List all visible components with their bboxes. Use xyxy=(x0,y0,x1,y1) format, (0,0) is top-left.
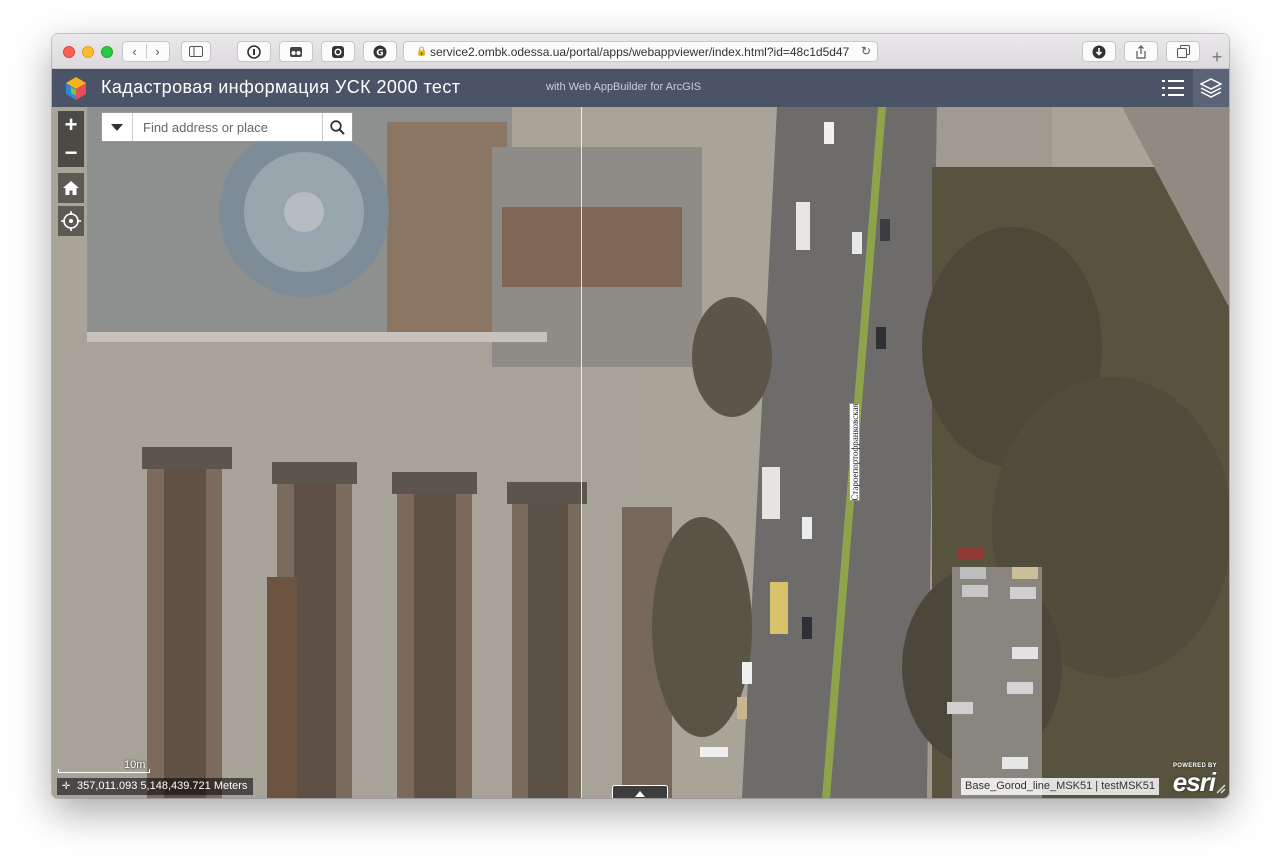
legend-button[interactable] xyxy=(1155,69,1191,107)
back-button[interactable]: ‹ xyxy=(123,44,146,59)
list-icon xyxy=(1162,80,1184,96)
lock-icon: 🔒 xyxy=(416,46,428,56)
app-logo-icon xyxy=(66,77,86,100)
nav-buttons: ‹ › xyxy=(122,41,170,62)
forward-button[interactable]: › xyxy=(146,44,169,59)
resize-grip-icon[interactable] xyxy=(1215,783,1227,795)
swipe-divider[interactable] xyxy=(581,107,582,798)
share-button[interactable] xyxy=(1124,41,1158,62)
g-icon: G xyxy=(373,45,387,58)
download-icon xyxy=(1092,45,1106,58)
app-subtitle: with Web AppBuilder for ArcGIS xyxy=(546,81,702,93)
my-location-button[interactable] xyxy=(58,206,84,236)
layer-list-button[interactable] xyxy=(1193,69,1229,107)
extension-button-2[interactable] xyxy=(279,41,313,62)
downloads-button[interactable] xyxy=(1082,41,1116,62)
attribution: Base_Gorod_line_MSK51 | testMSK51 xyxy=(961,778,1159,795)
home-icon xyxy=(63,181,79,195)
caret-down-icon xyxy=(111,123,123,131)
key-icon xyxy=(247,44,261,59)
locate-icon xyxy=(61,211,81,231)
zoom-window-button[interactable] xyxy=(101,46,113,58)
home-button[interactable] xyxy=(58,173,84,203)
zoom-controls: + − xyxy=(58,111,84,167)
coordinate-widget[interactable]: ✛ 357,011.093 5,148,439.721 Meters xyxy=(57,778,254,795)
search-widget xyxy=(101,112,353,142)
tab-overview-button[interactable] xyxy=(1166,41,1200,62)
record-icon xyxy=(332,45,344,58)
crosshair-icon: ✛ xyxy=(62,781,71,792)
search-source-dropdown[interactable] xyxy=(102,113,133,141)
search-button[interactable] xyxy=(322,113,352,141)
new-tab-button[interactable]: + xyxy=(1207,47,1227,67)
app-header: Кадастровая информация УСК 2000 тест wit… xyxy=(52,69,1229,107)
svg-text:G: G xyxy=(376,48,383,58)
reload-icon[interactable]: ↻ xyxy=(861,44,871,58)
grammarly-extension-button[interactable]: G xyxy=(363,41,397,62)
url-text: service2.ombk.odessa.ua/portal/apps/weba… xyxy=(430,44,850,59)
minimize-window-button[interactable] xyxy=(82,46,94,58)
glasses-icon xyxy=(290,46,302,57)
tabs-icon xyxy=(1176,45,1190,58)
street-label-text: Староепортофранковская xyxy=(849,403,860,501)
attribute-table-toggle[interactable] xyxy=(612,785,668,798)
map-view[interactable]: + − Староепортофранковская 10m ✛ xyxy=(52,107,1229,798)
extension-button-3[interactable] xyxy=(321,41,355,62)
zoom-in-button[interactable]: + xyxy=(58,111,84,139)
street-label: Староепортофранковская xyxy=(849,403,860,501)
zoom-out-button[interactable]: − xyxy=(58,139,84,167)
password-extension-button[interactable] xyxy=(237,41,271,62)
close-window-button[interactable] xyxy=(63,46,75,58)
scale-label: 10m xyxy=(124,759,146,771)
app-title: Кадастровая информация УСК 2000 тест xyxy=(101,77,461,97)
sidebar-icon xyxy=(189,46,203,57)
scale-bar: 10m xyxy=(58,759,158,775)
esri-logo-text: esri xyxy=(1172,767,1216,797)
layers-icon xyxy=(1200,78,1222,98)
search-icon xyxy=(330,119,345,135)
address-bar[interactable]: 🔒 service2.ombk.odessa.ua/portal/apps/we… xyxy=(403,41,878,62)
share-icon xyxy=(1136,44,1146,59)
caret-up-icon xyxy=(635,790,645,797)
browser-window: ‹ › G 🔒 service2.ombk.odessa.ua/portal/a… xyxy=(52,34,1229,798)
sidebar-toggle-button[interactable] xyxy=(181,41,211,62)
aerial-imagery xyxy=(52,107,1229,798)
coordinate-text: 357,011.093 5,148,439.721 Meters xyxy=(77,780,248,792)
browser-toolbar: ‹ › G 🔒 service2.ombk.odessa.ua/portal/a… xyxy=(52,34,1229,69)
search-input[interactable] xyxy=(133,113,322,141)
